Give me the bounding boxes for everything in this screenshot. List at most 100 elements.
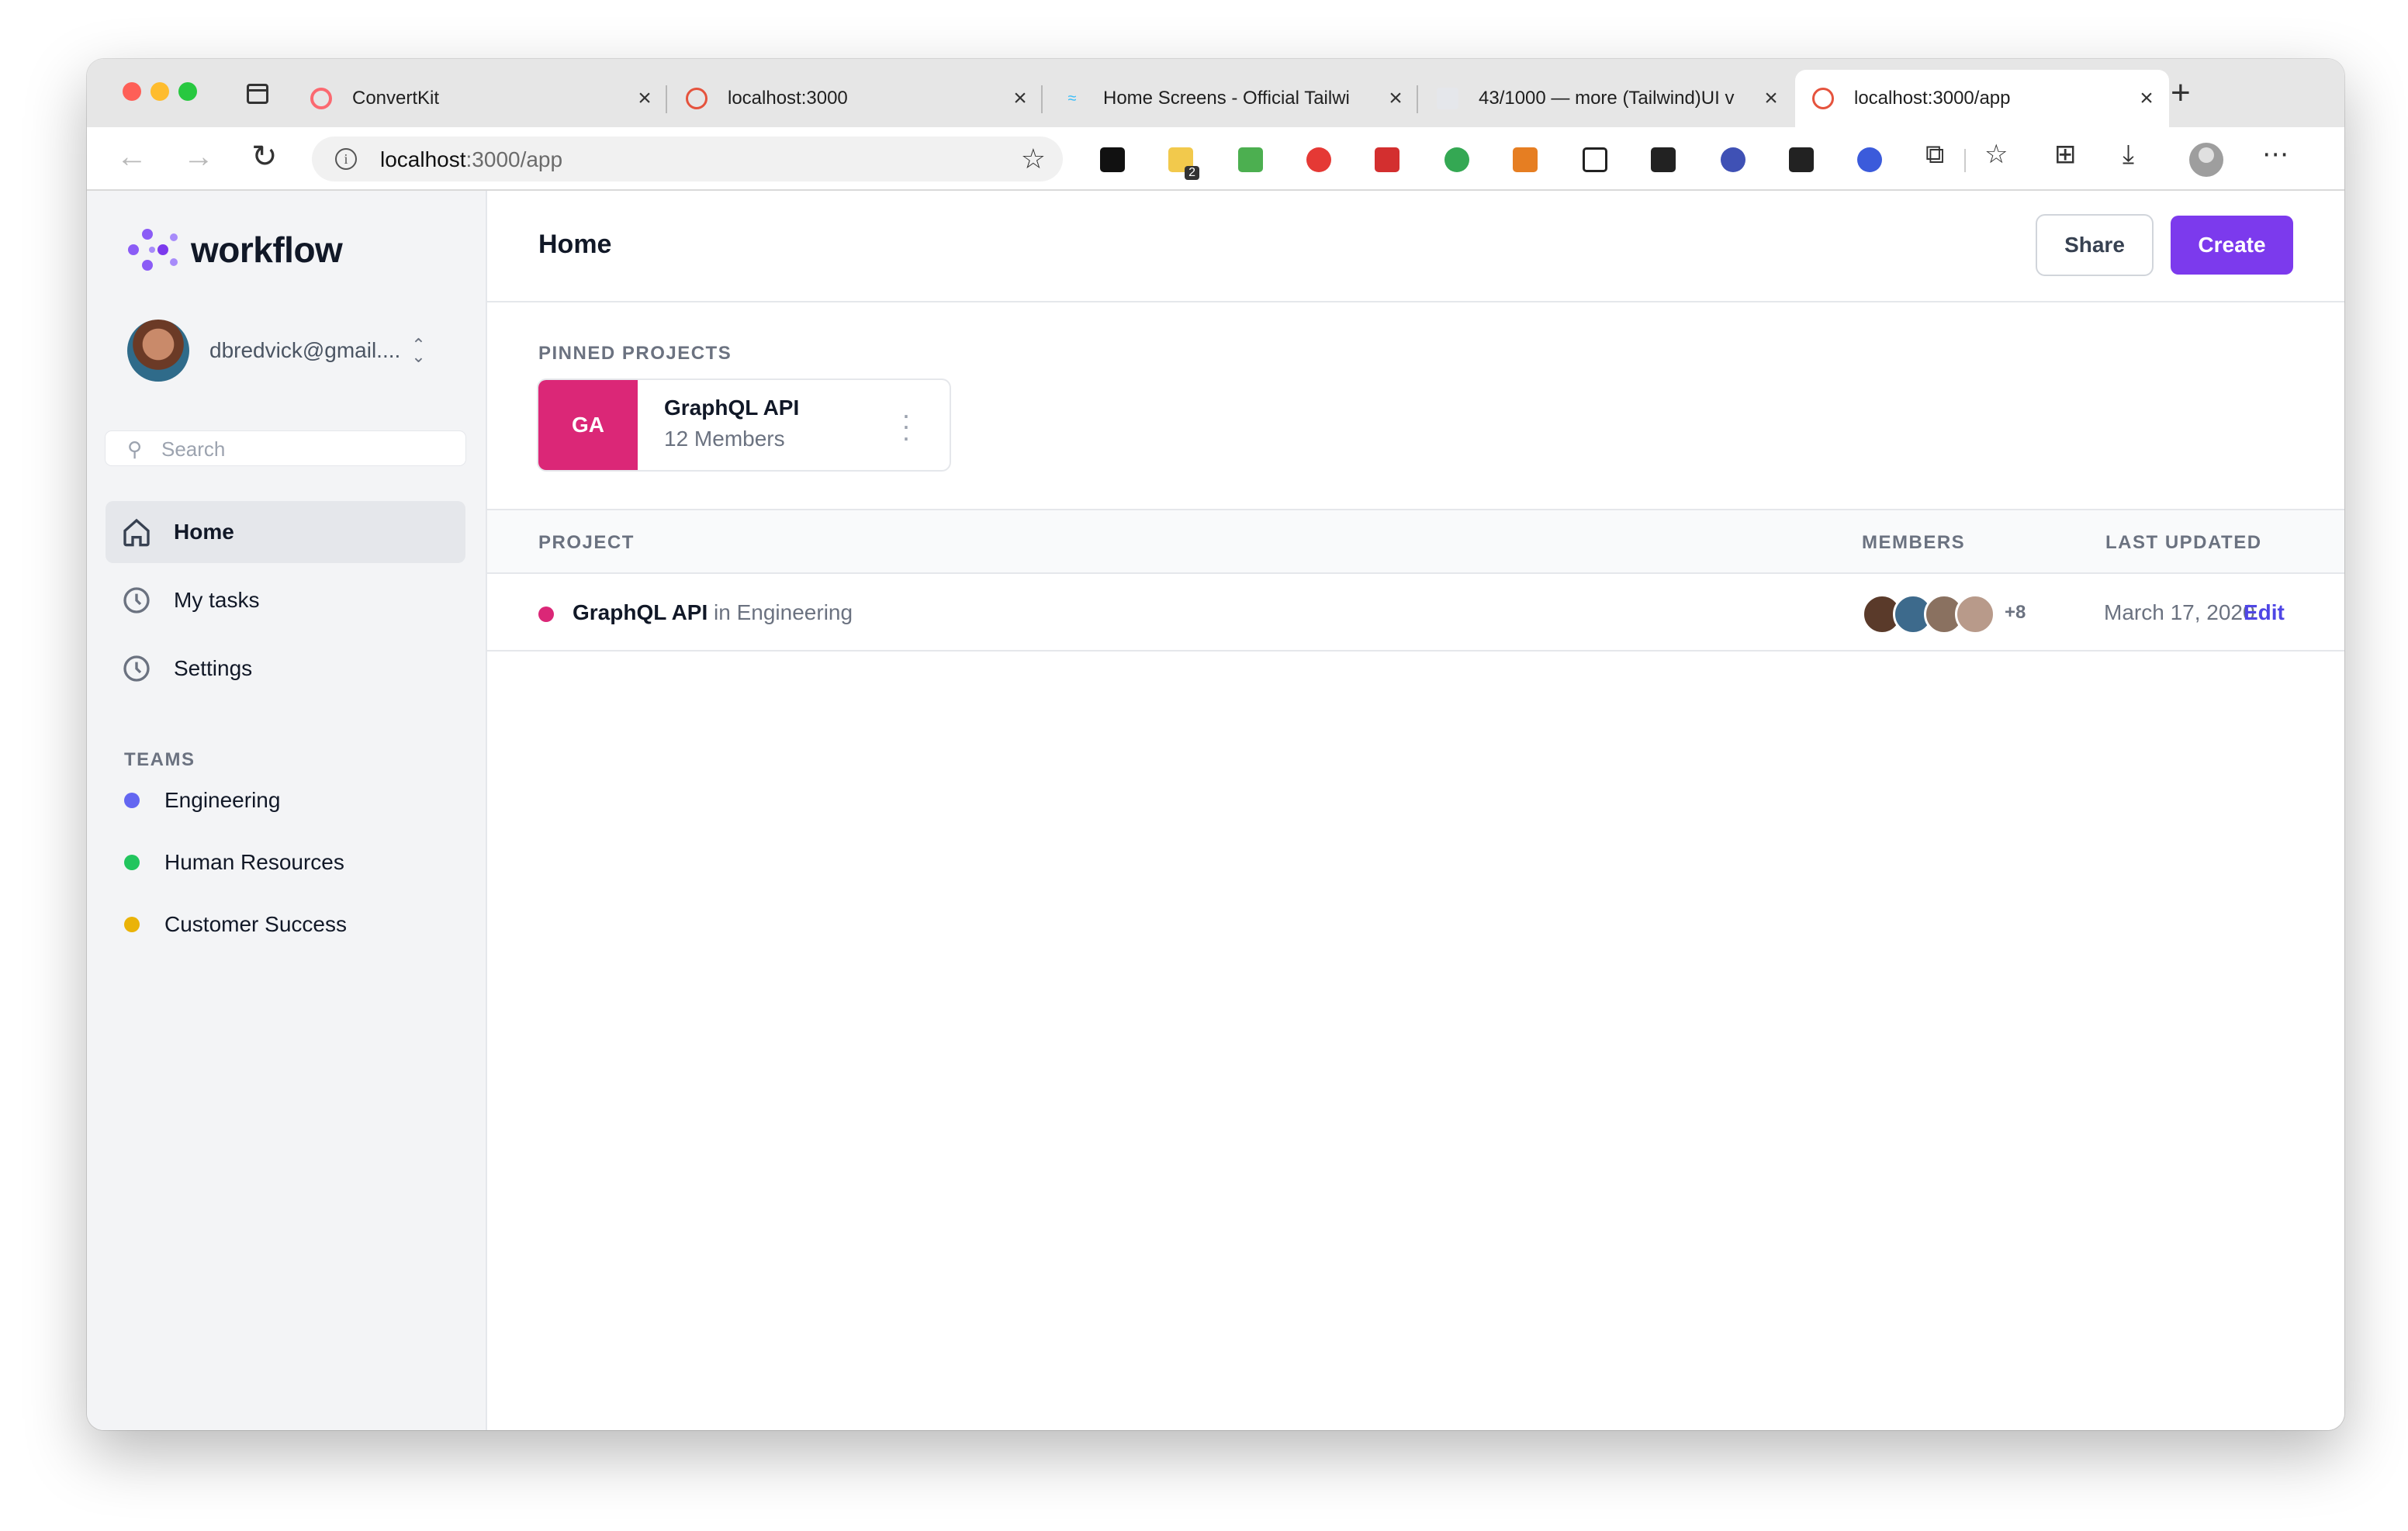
browser-tab-active[interactable]: localhost:3000/app × bbox=[1795, 70, 2169, 127]
extensions-puzzle-icon[interactable]: ⧉ bbox=[1925, 141, 1944, 168]
user-menu[interactable]: dbredvick@gmail.... ⌃ ⌄ bbox=[127, 320, 426, 382]
team-name: Human Resources bbox=[164, 850, 344, 874]
user-email: dbredvick@gmail.... bbox=[209, 338, 401, 362]
extension-badge: 2 bbox=[1185, 166, 1199, 180]
search-placeholder: Search bbox=[161, 437, 226, 461]
metamask-extension-icon[interactable] bbox=[1513, 147, 1538, 172]
table-row: GraphQL API in Engineering +8 March 17, … bbox=[487, 574, 2344, 651]
sidebar-item-label: Home bbox=[174, 520, 234, 544]
clock-icon bbox=[119, 651, 154, 686]
browser-tab-tailwindui[interactable]: 43/1000 — more (Tailwind)UI v × bbox=[1420, 70, 1794, 127]
project-color-dot bbox=[538, 607, 554, 622]
home-icon bbox=[119, 515, 154, 549]
search-icon: ⚲ bbox=[127, 437, 143, 461]
grammarly-extension-icon[interactable] bbox=[1444, 147, 1469, 172]
favorites-icon[interactable]: ☆ bbox=[1984, 141, 2008, 168]
downloads-icon[interactable]: ⤓ bbox=[2123, 141, 2134, 168]
sidebar-item-settings[interactable]: Settings bbox=[106, 638, 465, 700]
share-button[interactable]: Share bbox=[2037, 216, 2152, 275]
add-favorite-icon[interactable]: ☆ bbox=[1021, 143, 1046, 175]
team-color-dot bbox=[124, 855, 140, 870]
green-extension-icon[interactable] bbox=[1238, 147, 1263, 172]
pinned-projects-heading: PINNED PROJECTS bbox=[538, 343, 732, 364]
address-bar[interactable]: i localhost:3000/app ☆ bbox=[312, 137, 1063, 181]
close-tab-icon[interactable]: × bbox=[2135, 85, 2158, 112]
teams-heading: TEAMS bbox=[124, 749, 195, 770]
browser-tab-home-screens[interactable]: ≈ Home Screens - Official Tailwi × bbox=[1044, 70, 1418, 127]
close-window-button[interactable] bbox=[123, 82, 141, 101]
collections-icon[interactable]: ⊞ bbox=[2054, 141, 2077, 168]
r-extension-icon[interactable] bbox=[1583, 147, 1607, 172]
avatar bbox=[127, 320, 189, 382]
r-dark-extension-icon[interactable] bbox=[1651, 147, 1676, 172]
purple-extension-icon[interactable] bbox=[1721, 147, 1745, 172]
tab-title: Home Screens - Official Tailwi bbox=[1103, 88, 1350, 109]
pinned-project-card[interactable]: GA GraphQL API 12 Members · · · bbox=[538, 380, 950, 470]
back-arrow-icon[interactable]: ← bbox=[116, 141, 147, 172]
alarm-clock-favicon-icon bbox=[686, 88, 708, 109]
tab-title: ConvertKit bbox=[352, 88, 440, 109]
tab-title: localhost:3000/app bbox=[1854, 88, 2011, 109]
team-name: Customer Success bbox=[164, 912, 347, 936]
profile-avatar-icon[interactable] bbox=[2189, 143, 2223, 177]
sidebar-item-home[interactable]: Home bbox=[106, 501, 465, 563]
sticky-extension-icon[interactable]: 2 bbox=[1168, 147, 1199, 180]
additional-members-count: +8 bbox=[2005, 602, 2026, 623]
page-title: Home bbox=[538, 230, 612, 259]
create-button[interactable]: Create bbox=[2171, 216, 2293, 275]
browser-tab-localhost[interactable]: localhost:3000 × bbox=[669, 70, 1043, 127]
team-name: Engineering bbox=[164, 788, 281, 812]
url-text[interactable]: localhost:3000/app bbox=[380, 147, 562, 172]
more-menu-icon[interactable]: ⋯ bbox=[2262, 141, 2289, 168]
project-link[interactable]: GraphQL API in Engineering bbox=[573, 600, 853, 625]
convertkit-favicon-icon bbox=[310, 88, 332, 109]
page-header: Home Share Create bbox=[487, 191, 2344, 302]
close-tab-icon[interactable]: × bbox=[1759, 85, 1783, 112]
chat-extension-icon[interactable] bbox=[1857, 147, 1882, 172]
tab-title: localhost:3000 bbox=[728, 88, 848, 109]
column-header-project: PROJECT bbox=[538, 532, 635, 553]
search-input[interactable]: ⚲ Search bbox=[106, 431, 465, 465]
browser-tab-convertkit[interactable]: ConvertKit × bbox=[293, 70, 667, 127]
forward-arrow-icon[interactable]: → bbox=[183, 141, 214, 172]
browser-toolbar: ← → ↻ i localhost:3000/app ☆ 2 ⧉ ☆ ⊞ ⤓ ⋯ bbox=[87, 127, 2344, 191]
minimize-window-button[interactable] bbox=[150, 82, 169, 101]
notepad-favicon-icon bbox=[1437, 88, 1458, 109]
clock-icon bbox=[119, 583, 154, 617]
red-extension-icon[interactable] bbox=[1375, 147, 1399, 172]
main-content: Home Share Create PINNED PROJECTS GA Gra… bbox=[487, 191, 2344, 1430]
close-tab-icon[interactable]: × bbox=[1009, 85, 1032, 112]
site-info-icon[interactable]: i bbox=[335, 148, 357, 170]
new-tab-button[interactable]: + bbox=[2171, 76, 2191, 110]
close-tab-icon[interactable]: × bbox=[633, 85, 656, 112]
avatar bbox=[1955, 594, 1995, 634]
sidebar-item-label: My tasks bbox=[174, 588, 260, 612]
sidebar-item-my-tasks[interactable]: My tasks bbox=[106, 569, 465, 631]
close-tab-icon[interactable]: × bbox=[1384, 85, 1407, 112]
alarm-clock-favicon-icon bbox=[1812, 88, 1834, 109]
projects-table-header: PROJECT MEMBERS LAST UPDATED bbox=[487, 509, 2344, 574]
tailwind-favicon-icon: ≈ bbox=[1067, 89, 1077, 107]
app-root: workflow dbredvick@gmail.... ⌃ ⌄ ⚲ Search… bbox=[87, 191, 2344, 1430]
lastpass-extension-icon[interactable] bbox=[1306, 147, 1331, 172]
team-item-engineering[interactable]: Engineering bbox=[124, 788, 280, 813]
maximize-window-button[interactable] bbox=[178, 82, 197, 101]
team-item-customer-success[interactable]: Customer Success bbox=[124, 912, 347, 937]
edit-link[interactable]: Edit bbox=[2244, 600, 2285, 625]
team-color-dot bbox=[124, 793, 140, 808]
twitter-extension-icon[interactable] bbox=[1789, 147, 1814, 172]
reload-icon[interactable]: ↻ bbox=[251, 141, 278, 172]
tab-actions-icon[interactable] bbox=[247, 84, 268, 104]
brand-logo[interactable]: workflow bbox=[124, 222, 343, 278]
sidebar: workflow dbredvick@gmail.... ⌃ ⌄ ⚲ Search… bbox=[87, 191, 487, 1430]
project-member-count: 12 Members bbox=[664, 427, 785, 451]
team-color-dot bbox=[124, 917, 140, 932]
column-header-members: MEMBERS bbox=[1862, 532, 1966, 553]
terminal-extension-icon[interactable] bbox=[1100, 147, 1125, 172]
workflow-logo-icon bbox=[128, 229, 178, 271]
project-initials: GA bbox=[538, 380, 638, 470]
project-name[interactable]: GraphQL API bbox=[664, 396, 799, 420]
team-item-human-resources[interactable]: Human Resources bbox=[124, 850, 344, 875]
more-options-icon[interactable]: · · · bbox=[898, 400, 914, 451]
sidebar-item-label: Settings bbox=[174, 656, 253, 680]
